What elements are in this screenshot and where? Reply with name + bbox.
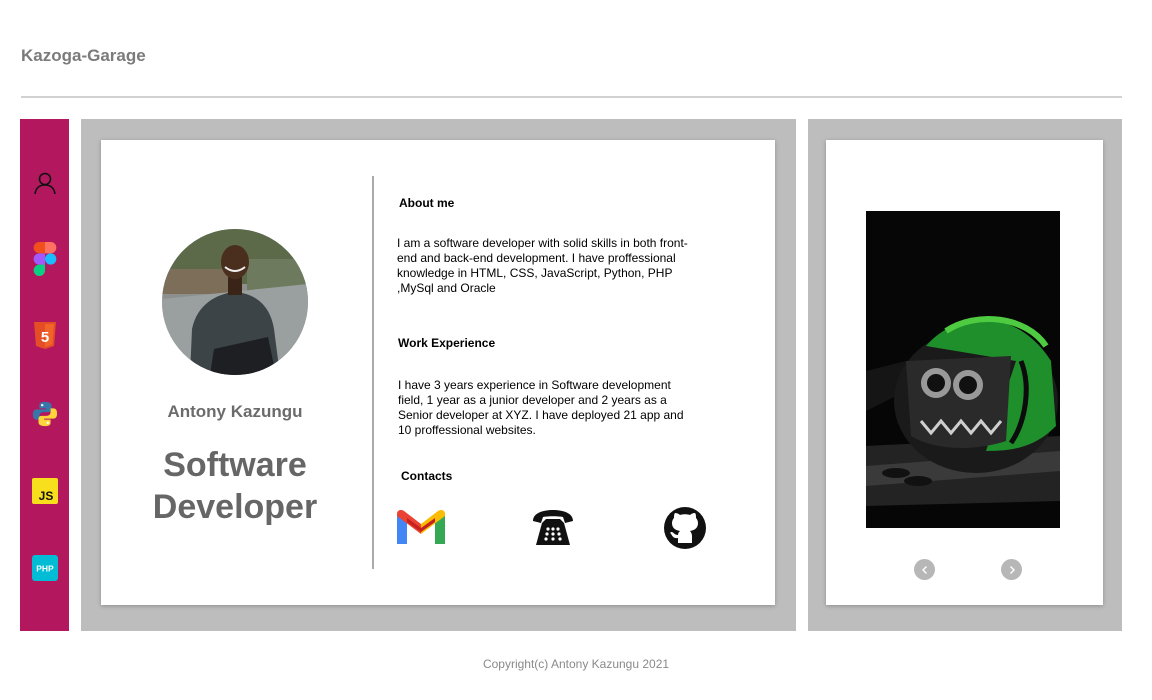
avatar [162,229,308,375]
work-title: Work Experience [398,336,496,350]
profile-panel: Antony Kazungu Software Developer About … [81,119,796,631]
role-line-1: Software [163,446,307,484]
python-icon[interactable] [32,401,58,427]
profile-name: Antony Kazungu [167,402,303,421]
gallery-card [826,140,1103,605]
php-icon[interactable]: PHP [32,555,58,581]
carousel-image [866,211,1060,528]
carousel-prev-button[interactable] [914,559,935,580]
header-divider [21,96,1122,98]
chevron-left-icon [921,565,927,574]
carousel-next-button[interactable] [1001,559,1022,580]
profile-role: Software Developer [135,444,335,528]
contacts-title: Contacts [401,469,453,483]
work-text: I have 3 years experience in Software de… [398,378,684,437]
javascript-icon[interactable]: JS [32,478,58,504]
footer-copyright: Copyright(c) Antony Kazungu 2021 [482,657,670,671]
role-line-2: Developer [152,488,318,526]
php-label: PHP [36,564,54,574]
vertical-divider [372,176,374,569]
sidebar: 5 JS PHP [20,119,69,631]
brand-title: Kazoga-Garage [21,46,146,65]
telephone-icon[interactable] [529,508,577,548]
profile-card: Antony Kazungu Software Developer About … [101,140,775,605]
html5-label: 5 [41,329,49,346]
javascript-label: JS [39,489,54,503]
gmail-icon[interactable] [397,508,445,548]
about-text: I am a software developer with solid ski… [397,236,688,295]
about-title: About me [399,196,455,210]
figma-icon[interactable] [32,242,58,276]
user-icon[interactable] [32,170,58,196]
html5-icon[interactable]: 5 [32,322,58,349]
github-icon[interactable] [661,507,709,549]
gallery-panel [808,119,1122,631]
chevron-right-icon [1009,565,1015,574]
